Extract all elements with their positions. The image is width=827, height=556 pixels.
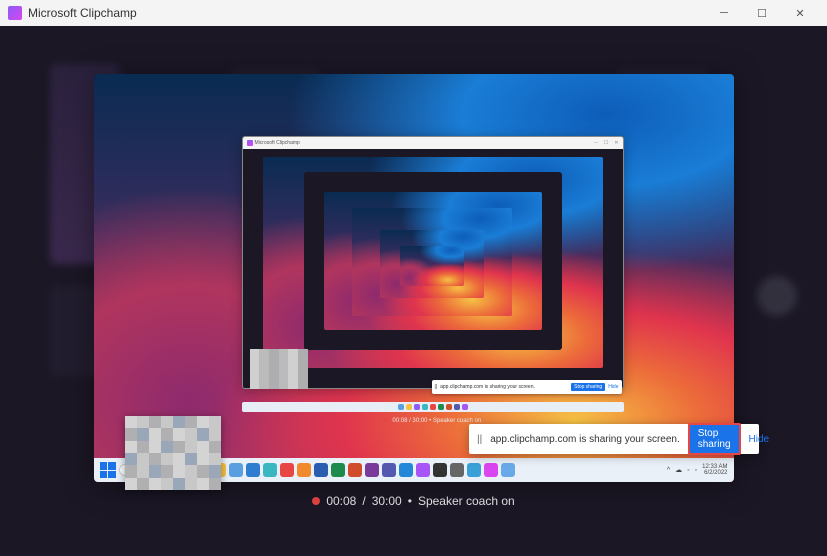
- nested-window-5: [392, 238, 472, 294]
- elapsed-time: 00:08: [326, 494, 356, 508]
- taskbar-app-powerpoint[interactable]: [348, 463, 362, 477]
- nested-title: Microsoft Clipchamp: [255, 140, 300, 146]
- control-blur: [757, 276, 797, 316]
- taskbar-app-terminal[interactable]: [433, 463, 447, 477]
- time-separator: /: [362, 494, 365, 508]
- minimize-button[interactable]: ─: [705, 0, 743, 26]
- start-button[interactable]: [100, 462, 116, 478]
- record-dot-icon: [312, 497, 320, 505]
- taskbar-apps: [178, 463, 515, 477]
- pause-icon: ||: [435, 384, 438, 390]
- close-button[interactable]: ✕: [781, 0, 819, 26]
- record-dot-icon: [384, 418, 388, 422]
- taskbar-app-vscode[interactable]: [399, 463, 413, 477]
- taskbar-app-edge[interactable]: [263, 463, 277, 477]
- app-window: Microsoft Clipchamp ─ ☐ ✕ Microsoft Clip…: [0, 0, 827, 556]
- window-title: Microsoft Clipchamp: [28, 6, 137, 20]
- screen-share-bar: || app.clipchamp.com is sharing your scr…: [469, 424, 759, 454]
- clipchamp-icon: [8, 6, 22, 20]
- bullet-separator: •: [408, 494, 412, 508]
- taskbar-app-app1[interactable]: [484, 463, 498, 477]
- taskbar-app-excel[interactable]: [331, 463, 345, 477]
- clipchamp-icon: [247, 140, 253, 146]
- nested-hide-link: Hide: [608, 384, 618, 390]
- stop-sharing-button[interactable]: Stop sharing: [688, 423, 741, 455]
- nested-share-message: app.clipchamp.com is sharing your screen…: [440, 384, 568, 390]
- total-time: 30:00: [372, 494, 402, 508]
- titlebar: Microsoft Clipchamp ─ ☐ ✕: [0, 0, 827, 26]
- nested-taskbar: [242, 402, 624, 412]
- system-tray[interactable]: ^ ☁ ◦ ◦ 12:33 AM 6/2/2022: [667, 464, 728, 476]
- taskbar-app-photos[interactable]: [467, 463, 481, 477]
- camera-thumbnail[interactable]: [125, 416, 221, 490]
- nested-camera-thumb: [250, 349, 308, 389]
- recording-status: 00:08 / 30:00 • Speaker coach on: [312, 494, 514, 508]
- share-message: app.clipchamp.com is sharing your screen…: [490, 434, 680, 445]
- taskbar-app-store[interactable]: [229, 463, 243, 477]
- taskbar-clock[interactable]: 12:33 AM 6/2/2022: [702, 464, 727, 476]
- pause-icon[interactable]: ||: [477, 434, 482, 445]
- taskbar-app-settings[interactable]: [450, 463, 464, 477]
- nested-window-controls: ─☐✕: [594, 140, 618, 146]
- taskbar-app-firefox[interactable]: [297, 463, 311, 477]
- nested-stop-button: Stop sharing: [571, 383, 605, 391]
- tray-chevron-icon[interactable]: ^: [667, 467, 670, 474]
- taskbar-app-word[interactable]: [314, 463, 328, 477]
- tray-wifi-icon[interactable]: ◦: [687, 467, 689, 474]
- tray-cloud-icon[interactable]: ☁: [675, 466, 682, 474]
- nested-share-bar: || app.clipchamp.com is sharing your scr…: [432, 380, 622, 394]
- tray-volume-icon[interactable]: ◦: [695, 467, 697, 474]
- hide-share-bar-link[interactable]: Hide: [749, 434, 770, 445]
- speaker-coach-status: Speaker coach on: [418, 494, 515, 508]
- taskbar-app-mail[interactable]: [246, 463, 260, 477]
- app-content: Microsoft Clipchamp ─☐✕ || app.clipchamp…: [0, 26, 827, 556]
- maximize-button[interactable]: ☐: [743, 0, 781, 26]
- taskbar-app-chrome[interactable]: [280, 463, 294, 477]
- taskbar-app-onenote[interactable]: [365, 463, 379, 477]
- taskbar-app-clipchamp[interactable]: [416, 463, 430, 477]
- taskbar-app-teams[interactable]: [382, 463, 396, 477]
- taskbar-app-app2[interactable]: [501, 463, 515, 477]
